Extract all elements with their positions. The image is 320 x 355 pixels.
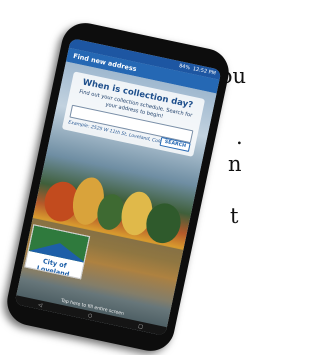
back-icon[interactable]: ◁ [38, 302, 43, 309]
battery-label: 84% [178, 63, 191, 72]
background-text-t: t [230, 204, 239, 228]
smartphone: 84% 12:52 PM Find new address When is co… [2, 18, 234, 355]
recent-apps-icon[interactable]: □ [138, 323, 144, 330]
home-icon[interactable]: ○ [87, 312, 93, 319]
background-text-period: . [236, 125, 243, 149]
phone-screen: 84% 12:52 PM Find new address When is co… [14, 37, 222, 337]
background-text-n: n [228, 152, 242, 176]
